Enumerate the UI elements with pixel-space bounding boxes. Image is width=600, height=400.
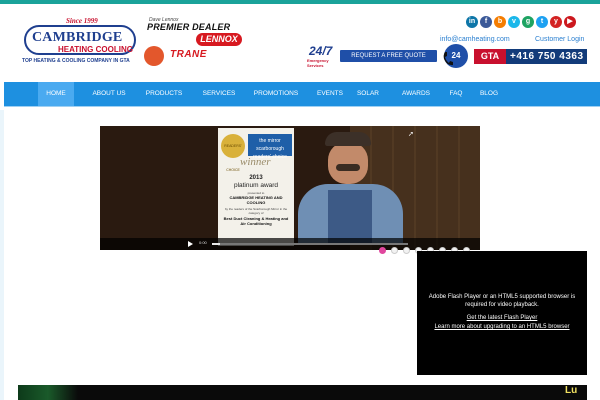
- social-icon-5[interactable]: t: [536, 16, 548, 28]
- readers-choice-seal: READERS' CHOICE: [221, 134, 245, 172]
- person-cap: [325, 132, 371, 146]
- social-icon-2[interactable]: b: [494, 16, 506, 28]
- social-icon-7[interactable]: ▶: [564, 16, 576, 28]
- social-links: in f b v g t y ▶: [466, 16, 576, 28]
- emergency-badge: 24/7 Emergency Services: [307, 44, 337, 68]
- nav-item-events[interactable]: EVENTS: [310, 82, 350, 106]
- award-title: platinum award: [233, 182, 279, 189]
- trane-logo-icon: [144, 46, 164, 66]
- emergency-sub: Emergency Services: [307, 58, 329, 68]
- video-player[interactable]: READERS' CHOICE the mirror scarborough r…: [100, 126, 480, 250]
- logo-badge: CAMBRIDGE HEATING COOLING: [24, 25, 136, 55]
- social-icon-3[interactable]: v: [508, 16, 520, 28]
- phone-number: +416 750 4363: [510, 51, 584, 62]
- top-accent-line: [0, 0, 600, 4]
- video-progress-track[interactable]: [212, 243, 408, 245]
- video-time: 0:00: [199, 240, 207, 245]
- slider-dot[interactable]: [391, 247, 398, 254]
- request-quote-button[interactable]: REQUEST A FREE QUOTE ONLINE: [340, 50, 437, 71]
- left-margin: [0, 110, 4, 400]
- award-company: CAMBRIDGE HEATING AND COOLING: [229, 195, 283, 205]
- person-overalls: [328, 190, 372, 244]
- flash-player-link[interactable]: Get the latest Flash Player: [417, 315, 587, 321]
- award-certificate: READERS' CHOICE the mirror scarborough r…: [218, 128, 294, 246]
- email-link[interactable]: info@camheating.com: [440, 36, 510, 43]
- nav-item-blog[interactable]: BLOG: [476, 82, 502, 106]
- phone-handset-icon: [443, 52, 453, 66]
- nav-item-home[interactable]: HOME: [38, 82, 74, 106]
- award-brand: the mirror scarborough readers' choice: [248, 134, 292, 160]
- logo-since: Since 1999: [66, 17, 98, 25]
- flash-video-box: Adobe Flash Player or an HTML5 supported…: [417, 251, 587, 375]
- nav-item-solar[interactable]: SOLAR: [354, 82, 382, 106]
- flash-message: Adobe Flash Player or an HTML5 supported…: [428, 294, 576, 308]
- social-icon-0[interactable]: in: [466, 16, 478, 28]
- gta-label: GTA: [474, 49, 506, 64]
- site-logo[interactable]: Since 1999 CAMBRIDGE HEATING COOLING TOP…: [22, 17, 140, 69]
- play-icon[interactable]: [188, 241, 193, 247]
- premier-dealer-logo: PREMIER DEALER: [147, 22, 231, 32]
- nav-item-promotions[interactable]: PROMOTIONS: [246, 82, 306, 106]
- banner-glow: [18, 385, 78, 400]
- banner-text: Lu: [565, 385, 578, 396]
- nav-item-services[interactable]: SERVICES: [194, 82, 244, 106]
- slider-dot[interactable]: [379, 247, 386, 254]
- bottom-banner: Lu: [18, 385, 587, 400]
- nav-underline: [4, 106, 600, 107]
- nav-item-faq[interactable]: FAQ: [444, 82, 468, 106]
- person-moustache: [336, 164, 360, 171]
- social-icon-6[interactable]: y: [550, 16, 562, 28]
- emergency-247: 24/7: [309, 44, 333, 58]
- award-category: Best Duct Cleaning & Heating and Air Con…: [223, 216, 289, 226]
- nav-item-about-us[interactable]: ABOUT US: [84, 82, 134, 106]
- award-by: by the readers of the Scarborough Mirror…: [224, 207, 288, 215]
- customer-login-link[interactable]: Customer Login: [535, 36, 584, 43]
- share-icon[interactable]: ➚: [408, 130, 414, 138]
- logo-tagline: TOP HEATING & COOLING COMPANY IN GTA: [22, 58, 130, 64]
- gta-phone-box[interactable]: GTA +416 750 4363: [474, 49, 587, 64]
- social-icon-4[interactable]: g: [522, 16, 534, 28]
- video-person: [298, 132, 403, 244]
- award-winner: winner: [240, 156, 271, 168]
- logo-subbrand: HEATING COOLING: [58, 45, 133, 54]
- video-progress-fill: [212, 243, 220, 245]
- lennox-logo: LENNOX: [196, 33, 242, 46]
- social-icon-1[interactable]: f: [480, 16, 492, 28]
- slider-dot[interactable]: [403, 247, 410, 254]
- nav-item-awards[interactable]: AWARDS: [396, 82, 436, 106]
- main-nav: HOME ABOUT US PRODUCTS SERVICES PROMOTIONS EV…: [4, 82, 600, 106]
- nav-item-products[interactable]: PRODUCTS: [138, 82, 190, 106]
- person-face: [328, 142, 368, 184]
- logo-brand: CAMBRIDGE: [32, 30, 123, 45]
- award-year: 2013: [249, 175, 263, 181]
- html5-upgrade-link[interactable]: Learn more about upgrading to an HTML5 b…: [417, 324, 587, 330]
- trane-logo: TRANE: [170, 49, 207, 60]
